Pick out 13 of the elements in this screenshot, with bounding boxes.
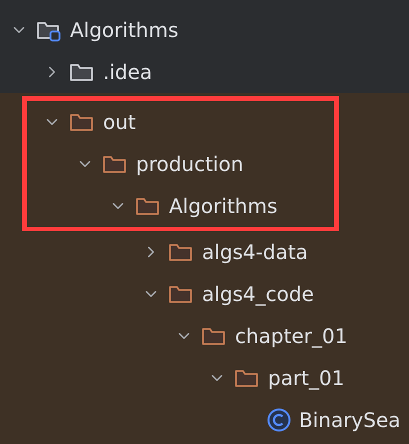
tree-item[interactable]: .idea bbox=[0, 51, 409, 93]
item-label: algs4_code bbox=[202, 281, 314, 308]
item-label: out bbox=[103, 109, 136, 136]
item-label: Algorithms bbox=[169, 193, 278, 220]
item-label: chapter_01 bbox=[235, 323, 348, 350]
item-label: BinarySea bbox=[299, 407, 401, 434]
item-label: part_01 bbox=[268, 365, 344, 392]
item-label: production bbox=[136, 151, 244, 178]
tree-item[interactable]: Algorithms bbox=[0, 0, 409, 51]
class-icon bbox=[267, 408, 291, 432]
item-label: .idea bbox=[103, 59, 152, 86]
item-label: algs4-data bbox=[202, 239, 308, 266]
item-label: Algorithms bbox=[70, 17, 178, 44]
